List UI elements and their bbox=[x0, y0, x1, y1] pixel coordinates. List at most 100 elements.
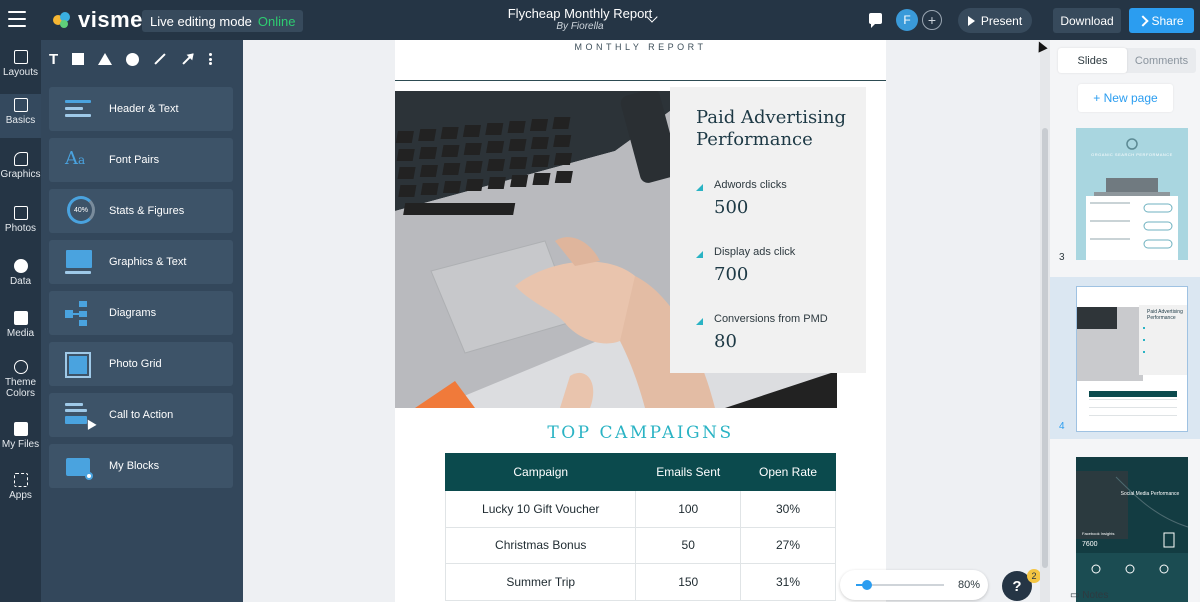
paid-advertising-card[interactable]: Paid Advertising Performance Adwords cli… bbox=[670, 87, 866, 373]
top-campaigns-title[interactable]: TOP CAMPAIGNS bbox=[395, 423, 886, 443]
triangle-bullet-icon bbox=[696, 251, 703, 258]
rail-item-media[interactable]: Media bbox=[0, 311, 41, 351]
rail-item-basics[interactable]: Basics bbox=[0, 94, 41, 138]
triangle-tool-icon[interactable] bbox=[98, 53, 113, 65]
tab-comments[interactable]: Comments bbox=[1127, 48, 1196, 73]
add-collaborator-icon[interactable]: + bbox=[922, 10, 942, 30]
slide-thumbnail-title: ORGANIC SEARCH PERFORMANCE bbox=[1091, 152, 1173, 157]
slide-number: 3 bbox=[1059, 252, 1065, 263]
slide-thumbnail-value: 7600 bbox=[1082, 541, 1098, 548]
table-cell[interactable]: 100 bbox=[635, 490, 742, 528]
table-cell[interactable]: Summer Trip bbox=[444, 563, 637, 601]
table-header[interactable]: Open Rate bbox=[740, 453, 836, 491]
stats-figures-icon: 40% bbox=[65, 196, 95, 224]
table-header[interactable]: Campaign bbox=[444, 453, 637, 491]
block-my-blocks[interactable]: My Blocks bbox=[49, 444, 233, 488]
slide-thumbnail-3[interactable]: ORGANIC SEARCH PERFORMANCE bbox=[1076, 128, 1188, 260]
slides-panel-tabs: Slides Comments bbox=[1058, 48, 1196, 73]
rail-label: My Files bbox=[1, 439, 40, 450]
slide-thumbnail-subtitle: Facebook Insights bbox=[1082, 531, 1115, 536]
block-label: Graphics & Text bbox=[109, 256, 187, 268]
arrow-tool-icon[interactable] bbox=[182, 53, 194, 65]
table-cell[interactable]: Christmas Bonus bbox=[444, 526, 637, 564]
visme-logo-icon bbox=[53, 12, 70, 28]
rail-item-data[interactable]: Data bbox=[0, 259, 41, 299]
table-cell[interactable]: 27% bbox=[740, 526, 836, 564]
block-label: Call to Action bbox=[109, 409, 174, 421]
block-call-to-action[interactable]: Call to Action bbox=[49, 393, 233, 437]
stat-label: Display ads click bbox=[714, 246, 796, 258]
visme-logo[interactable]: visme bbox=[52, 7, 143, 32]
table-row: Christmas Bonus 50 27% bbox=[444, 526, 836, 564]
menu-icon[interactable] bbox=[8, 11, 26, 27]
block-photo-grid[interactable]: Photo Grid bbox=[49, 342, 233, 386]
new-page-button[interactable]: + New page bbox=[1078, 84, 1173, 112]
slide-thumbnail-5[interactable]: Social Media Performance Facebook Insigh… bbox=[1076, 457, 1188, 602]
rail-item-my-files[interactable]: My Files bbox=[0, 422, 41, 462]
stat-label: Adwords clicks bbox=[714, 179, 787, 191]
block-label: Font Pairs bbox=[109, 154, 160, 166]
rail-label: Apps bbox=[9, 490, 32, 501]
comment-icon[interactable] bbox=[869, 13, 882, 28]
help-notification-badge: 2 bbox=[1027, 569, 1041, 583]
circle-tool-icon[interactable] bbox=[126, 52, 140, 66]
slide-canvas[interactable]: MONTHLY REPORT Paid Advertising Performa… bbox=[395, 40, 886, 602]
rail-item-theme-colors[interactable]: Theme Colors bbox=[0, 360, 41, 410]
rail-label: Data bbox=[9, 276, 32, 287]
share-button[interactable]: Share bbox=[1129, 8, 1194, 33]
palette-icon bbox=[13, 360, 28, 374]
table-cell[interactable]: 30% bbox=[740, 490, 836, 528]
rail-item-apps[interactable]: Apps bbox=[0, 473, 41, 513]
top-bar: visme Live editing mode Online Flycheap … bbox=[0, 0, 1200, 40]
stats-badge: 40% bbox=[67, 196, 95, 224]
table-cell[interactable]: 50 bbox=[635, 526, 742, 564]
logo-wordmark: visme bbox=[78, 7, 143, 32]
avatar[interactable]: F bbox=[896, 9, 918, 31]
text-tool-icon[interactable]: T bbox=[49, 51, 58, 68]
block-stats-figures[interactable]: 40% Stats & Figures bbox=[49, 189, 233, 233]
table-row: Lucky 10 Gift Voucher 100 30% bbox=[444, 490, 836, 528]
zoom-level[interactable]: 80% bbox=[958, 579, 980, 591]
present-button[interactable]: Present bbox=[958, 8, 1032, 33]
notes-button[interactable]: ▭ Notes bbox=[1070, 590, 1108, 601]
diagrams-icon bbox=[65, 301, 95, 326]
stat-label: Conversions from PMD bbox=[714, 313, 828, 325]
play-icon bbox=[967, 15, 975, 26]
live-editing-label: Live editing mode bbox=[150, 13, 252, 29]
rail-item-graphics[interactable]: Graphics bbox=[0, 152, 41, 192]
data-icon bbox=[13, 259, 28, 273]
tab-slides[interactable]: Slides bbox=[1058, 48, 1127, 73]
table-cell[interactable]: Lucky 10 Gift Voucher bbox=[444, 490, 637, 528]
slides-panel: Slides Comments + New page ORGANIC SEARC… bbox=[1050, 40, 1200, 602]
download-button[interactable]: Download bbox=[1053, 8, 1121, 33]
rail-label: Layouts bbox=[2, 67, 39, 78]
rail-item-photos[interactable]: Photos bbox=[0, 206, 41, 246]
scrollbar-thumb[interactable] bbox=[1042, 128, 1048, 568]
live-editing-chip[interactable]: Live editing mode Online bbox=[142, 10, 304, 32]
slide-thumbnail-title: Social Media Performance bbox=[1120, 491, 1180, 497]
rectangle-tool-icon[interactable] bbox=[72, 53, 85, 65]
font-pairs-icon: Aa bbox=[65, 148, 86, 169]
card-title[interactable]: Paid Advertising Performance bbox=[696, 107, 861, 151]
campaigns-table[interactable]: Campaign Emails Sent Open Rate Lucky 10 … bbox=[444, 453, 836, 601]
block-header-text[interactable]: Header & Text bbox=[49, 87, 233, 131]
block-diagrams[interactable]: Diagrams bbox=[49, 291, 233, 335]
line-tool-icon[interactable] bbox=[154, 53, 166, 65]
slide-thumbnail-4[interactable]: Paid Advertising Performance bbox=[1076, 286, 1188, 432]
basics-panel: T Header & Text Aa Font Pairs 40% Stats … bbox=[41, 40, 243, 602]
zoom-slider-handle[interactable] bbox=[862, 580, 872, 590]
table-cell[interactable]: 150 bbox=[635, 563, 742, 601]
triangle-bullet-icon bbox=[696, 318, 703, 325]
block-graphics-text[interactable]: Graphics & Text bbox=[49, 240, 233, 284]
table-cell[interactable]: 31% bbox=[740, 563, 836, 601]
notes-label: Notes bbox=[1082, 590, 1109, 601]
graphics-text-icon bbox=[65, 250, 95, 274]
rail-item-layouts[interactable]: Layouts bbox=[0, 50, 41, 90]
canvas-scrollbar[interactable] bbox=[1040, 40, 1050, 602]
monthly-report-label[interactable]: MONTHLY REPORT bbox=[395, 42, 886, 52]
more-tools-icon[interactable] bbox=[209, 53, 213, 65]
shape-toolbar: T bbox=[49, 48, 213, 70]
table-header[interactable]: Emails Sent bbox=[635, 453, 742, 491]
zoom-slider[interactable] bbox=[856, 580, 944, 590]
block-font-pairs[interactable]: Aa Font Pairs bbox=[49, 138, 233, 182]
